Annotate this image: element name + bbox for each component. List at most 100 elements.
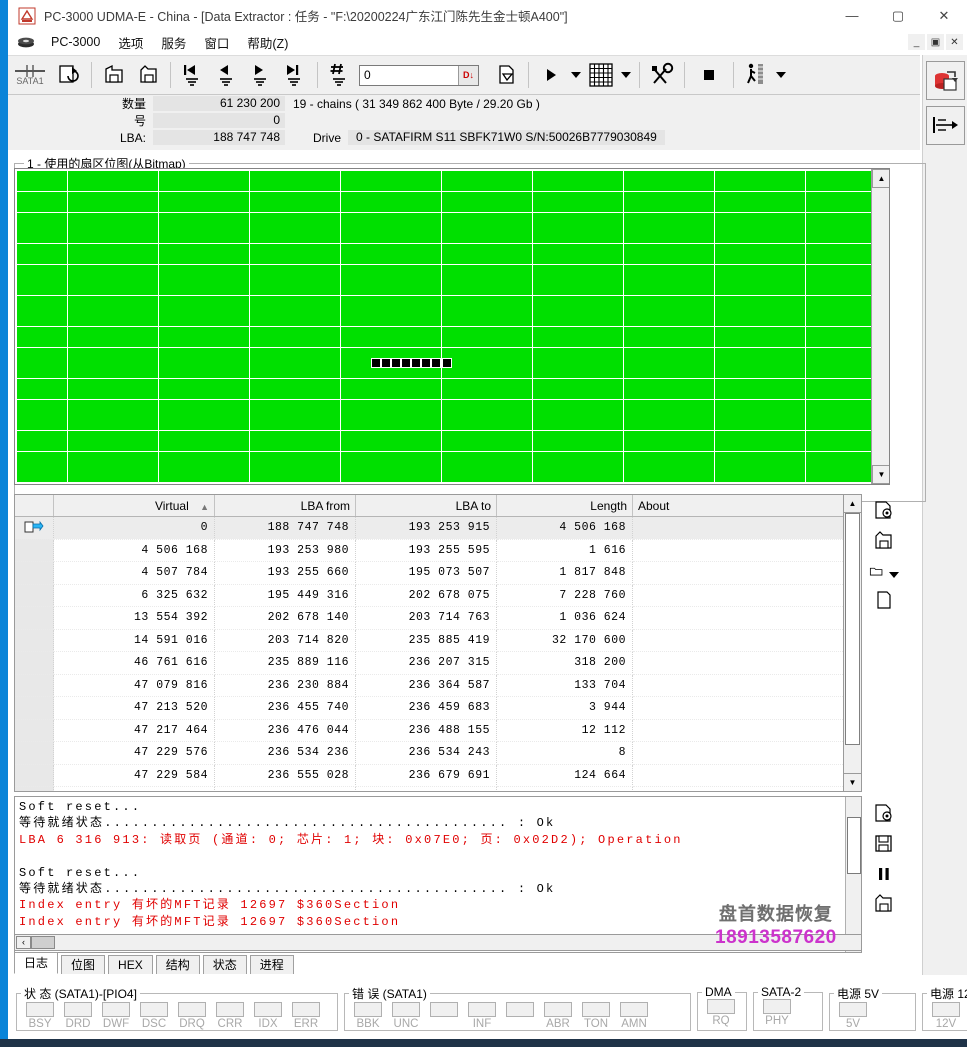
table-header-lba-to[interactable]: LBA to [355,495,497,517]
bitmap-cell-used[interactable] [492,347,503,358]
bitmap-cell-used[interactable] [522,409,533,420]
bitmap-cell-used[interactable] [168,368,179,379]
bitmap-cell-used[interactable] [765,358,776,369]
bitmap-cell-used[interactable] [613,285,624,296]
bitmap-cell-used[interactable] [603,347,614,358]
bitmap-cell-used[interactable] [512,212,523,223]
bitmap-cell-used[interactable] [744,472,755,483]
bitmap-cell-used[interactable] [674,191,685,202]
bitmap-cell-used[interactable] [37,358,48,369]
bitmap-cell-used[interactable] [522,274,533,285]
bitmap-cell-used[interactable] [168,337,179,348]
bitmap-cell-used[interactable] [653,243,664,254]
bitmap-cell-used[interactable] [330,212,341,223]
bitmap-cell-used[interactable] [623,264,634,275]
bitmap-cell-used[interactable] [754,295,765,306]
bitmap-cell-used[interactable] [289,171,300,181]
bitmap-cell-used[interactable] [330,202,341,213]
bitmap-cell-used[interactable] [795,389,806,400]
bitmap-cell-used[interactable] [451,430,462,441]
bitmap-cell-used[interactable] [138,472,149,483]
bitmap-cell-used[interactable] [664,337,674,348]
bitmap-cell-used[interactable] [198,326,209,337]
bitmap-cell-used[interactable] [198,358,209,369]
bitmap-cell-used[interactable] [198,295,209,306]
bitmap-cell-used[interactable] [128,191,139,202]
bitmap-cell-used[interactable] [431,233,442,244]
bitmap-cell-used[interactable] [289,368,300,379]
bitmap-cell-used[interactable] [724,472,735,483]
bitmap-cell-used[interactable] [209,171,220,181]
bitmap-cell-used[interactable] [67,378,78,389]
bitmap-cell-used[interactable] [664,285,674,296]
bitmap-cell-used[interactable] [380,347,391,358]
bitmap-cell-used[interactable] [219,378,230,389]
bitmap-cell-used[interactable] [148,306,159,317]
bitmap-cell-used[interactable] [461,222,472,233]
bitmap-cell-used[interactable] [168,430,179,441]
bitmap-cell-used[interactable] [856,399,867,410]
bitmap-cell-used[interactable] [845,295,856,306]
bitmap-cell-used[interactable] [239,326,250,337]
bitmap-cell-used[interactable] [148,212,159,223]
bitmap-cell-used[interactable] [845,306,856,317]
table-scroll-down-button[interactable]: ▼ [844,773,861,791]
bitmap-cell-used[interactable] [168,264,179,275]
bitmap-cell-used[interactable] [300,337,311,348]
bitmap-cell-used[interactable] [239,212,250,223]
bitmap-cell-used[interactable] [674,430,685,441]
bitmap-cell-used[interactable] [674,222,685,233]
bitmap-cell-used[interactable] [239,389,250,400]
bitmap-cell-used[interactable] [552,243,563,254]
bitmap-cell-used[interactable] [87,171,98,181]
bitmap-cell-used[interactable] [401,212,412,223]
bitmap-cell-used[interactable] [785,326,796,337]
bitmap-cell-used[interactable] [744,430,755,441]
bitmap-cell-used[interactable] [856,295,867,306]
bitmap-cell-used[interactable] [795,378,806,389]
bitmap-cell-used[interactable] [97,181,108,192]
bitmap-cell-used[interactable] [229,378,240,389]
bitmap-cell-used[interactable] [542,389,553,400]
bitmap-cell-used[interactable] [785,191,796,202]
bitmap-cell-used[interactable] [845,202,856,213]
bitmap-cell-used[interactable] [785,368,796,379]
bitmap-cell-used[interactable] [441,399,452,410]
bitmap-cell-used[interactable] [300,274,311,285]
bitmap-cell-used[interactable] [340,264,351,275]
bitmap-cell-used[interactable] [704,472,715,483]
bitmap-cell-used[interactable] [158,171,169,181]
bitmap-cell-used[interactable] [279,430,290,441]
bitmap-cell-used[interactable] [421,171,432,181]
bitmap-cell-used[interactable] [249,358,260,369]
bitmap-cell-used[interactable] [744,191,755,202]
bitmap-cell-used[interactable] [148,451,159,462]
bitmap-cell-used[interactable] [421,368,432,379]
bitmap-cell-used[interactable] [845,212,856,223]
bitmap-cell-used[interactable] [775,461,786,472]
bitmap-cell-used[interactable] [158,399,169,410]
bitmap-cell-used[interactable] [653,399,664,410]
bitmap-cell-used[interactable] [128,181,139,192]
bitmap-cell-used[interactable] [724,202,735,213]
bitmap-cell-used[interactable] [229,222,240,233]
bitmap-cell-used[interactable] [522,181,533,192]
bitmap-cell-used[interactable] [633,399,644,410]
bitmap-cell-used[interactable] [138,171,149,181]
bitmap-cell-used[interactable] [502,316,513,327]
bitmap-cell-used[interactable] [643,171,654,181]
bitmap-cell-used[interactable] [815,274,826,285]
bitmap-cell-used[interactable] [532,378,543,389]
bitmap-cell-used[interactable] [17,420,27,431]
bitmap-cell-used[interactable] [340,171,351,181]
bitmap-cell-used[interactable] [512,430,523,441]
bitmap-cell-used[interactable] [623,337,634,348]
bitmap-cell-used[interactable] [209,358,220,369]
bitmap-cell-used[interactable] [532,212,543,223]
bitmap-cell-used[interactable] [613,472,624,483]
bitmap-cell-used[interactable] [209,264,220,275]
bitmap-cell-used[interactable] [623,461,634,472]
bitmap-cell-used[interactable] [815,202,826,213]
bitmap-cell-used[interactable] [502,306,513,317]
bitmap-cell-used[interactable] [684,295,695,306]
